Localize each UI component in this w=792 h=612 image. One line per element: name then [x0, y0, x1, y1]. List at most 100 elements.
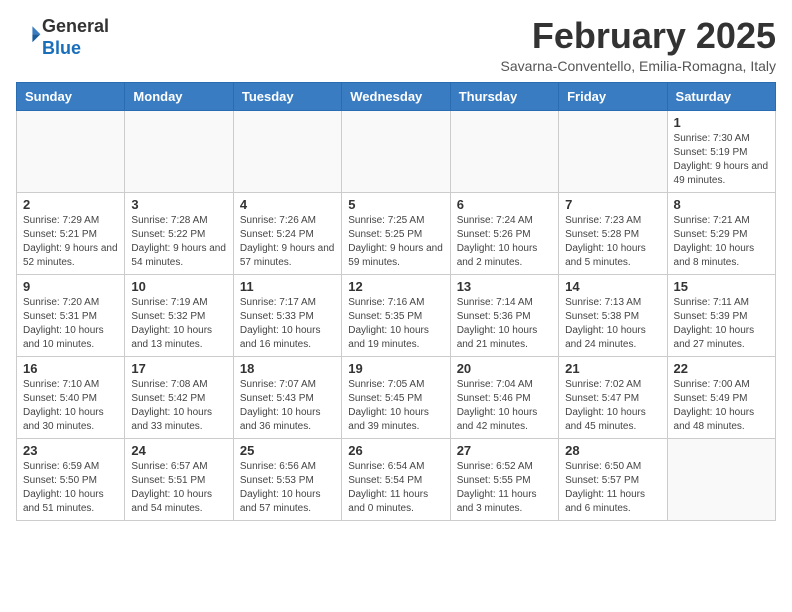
calendar-cell: 25 Sunrise: 6:56 AM Sunset: 5:53 PM Dayli… — [233, 438, 341, 520]
calendar-week-5: 23 Sunrise: 6:59 AM Sunset: 5:50 PM Dayli… — [17, 438, 776, 520]
calendar-cell: 20Sunrise: 7:04 AM Sunset: 5:46 PM Dayli… — [450, 356, 558, 438]
calendar-week-1: 1 Sunrise: 7:30 AM Sunset: 5:19 PM Daylig… — [17, 110, 776, 192]
day-info: Sunrise: 6:59 AM Sunset: 5:50 PM Dayligh… — [23, 460, 118, 516]
day-number: 17 — [131, 361, 226, 376]
weekday-header-tuesday: Tuesday — [233, 82, 341, 110]
day-number: 16 — [23, 361, 118, 376]
calendar-header: SundayMondayTuesdayWednesdayThursdayFrid… — [17, 82, 776, 110]
day-number: 25 — [240, 443, 335, 458]
day-number: 3 — [131, 197, 226, 212]
calendar-cell: 21Sunrise: 7:02 AM Sunset: 5:47 PM Dayli… — [559, 356, 667, 438]
calendar-week-4: 16 Sunrise: 7:10 AM Sunset: 5:40 PM Dayli… — [17, 356, 776, 438]
calendar-cell: 9 Sunrise: 7:20 AM Sunset: 5:31 PM Daylig… — [17, 274, 125, 356]
day-info: Sunrise: 7:16 AM Sunset: 5:35 PM Dayligh… — [348, 296, 443, 352]
calendar-cell: 23 Sunrise: 6:59 AM Sunset: 5:50 PM Dayli… — [17, 438, 125, 520]
day-info: Sunrise: 6:52 AM Sunset: 5:55 PM Dayligh… — [457, 460, 552, 516]
calendar-cell: 1 Sunrise: 7:30 AM Sunset: 5:19 PM Daylig… — [667, 110, 775, 192]
day-info: Sunrise: 7:20 AM Sunset: 5:31 PM Dayligh… — [23, 296, 118, 352]
calendar-cell: 6Sunrise: 7:24 AM Sunset: 5:26 PM Daylig… — [450, 192, 558, 274]
weekday-header-saturday: Saturday — [667, 82, 775, 110]
day-info: Sunrise: 6:56 AM Sunset: 5:53 PM Dayligh… — [240, 460, 335, 516]
logo-general: General — [42, 16, 109, 36]
day-info: Sunrise: 7:14 AM Sunset: 5:36 PM Dayligh… — [457, 296, 552, 352]
calendar-cell: 2 Sunrise: 7:29 AM Sunset: 5:21 PM Daylig… — [17, 192, 125, 274]
day-number: 27 — [457, 443, 552, 458]
calendar-cell: 27 Sunrise: 6:52 AM Sunset: 5:55 PM Dayli… — [450, 438, 558, 520]
day-number: 24 — [131, 443, 226, 458]
calendar-week-3: 9 Sunrise: 7:20 AM Sunset: 5:31 PM Daylig… — [17, 274, 776, 356]
day-number: 26 — [348, 443, 443, 458]
day-info: Sunrise: 7:11 AM Sunset: 5:39 PM Dayligh… — [674, 296, 769, 352]
day-number: 22 — [674, 361, 769, 376]
day-number: 7 — [565, 197, 660, 212]
day-number: 4 — [240, 197, 335, 212]
weekday-header-friday: Friday — [559, 82, 667, 110]
day-number: 14 — [565, 279, 660, 294]
title-area: February 2025 Savarna-Conventello, Emili… — [501, 16, 776, 74]
calendar-cell: 24 Sunrise: 6:57 AM Sunset: 5:51 PM Dayli… — [125, 438, 233, 520]
calendar-cell: 18Sunrise: 7:07 AM Sunset: 5:43 PM Dayli… — [233, 356, 341, 438]
day-info: Sunrise: 7:08 AM Sunset: 5:42 PM Dayligh… — [131, 378, 226, 434]
day-number: 2 — [23, 197, 118, 212]
day-number: 1 — [674, 115, 769, 130]
day-number: 11 — [240, 279, 335, 294]
day-number: 6 — [457, 197, 552, 212]
weekday-header-wednesday: Wednesday — [342, 82, 450, 110]
calendar-cell: 11 Sunrise: 7:17 AM Sunset: 5:33 PM Dayli… — [233, 274, 341, 356]
day-number: 28 — [565, 443, 660, 458]
weekday-row: SundayMondayTuesdayWednesdayThursdayFrid… — [17, 82, 776, 110]
calendar-cell: 22 Sunrise: 7:00 AM Sunset: 5:49 PM Dayli… — [667, 356, 775, 438]
logo-blue: Blue — [42, 38, 81, 58]
day-info: Sunrise: 7:28 AM Sunset: 5:22 PM Dayligh… — [131, 214, 226, 270]
day-number: 13 — [457, 279, 552, 294]
calendar-cell: 3 Sunrise: 7:28 AM Sunset: 5:22 PM Daylig… — [125, 192, 233, 274]
logo-icon — [18, 23, 42, 47]
calendar-cell: 5 Sunrise: 7:25 AM Sunset: 5:25 PM Daylig… — [342, 192, 450, 274]
calendar-cell: 16 Sunrise: 7:10 AM Sunset: 5:40 PM Dayli… — [17, 356, 125, 438]
day-number: 9 — [23, 279, 118, 294]
calendar-cell: 13 Sunrise: 7:14 AM Sunset: 5:36 PM Dayli… — [450, 274, 558, 356]
calendar-cell: 10 Sunrise: 7:19 AM Sunset: 5:32 PM Dayli… — [125, 274, 233, 356]
calendar-table: SundayMondayTuesdayWednesdayThursdayFrid… — [16, 82, 776, 521]
day-number: 19 — [348, 361, 443, 376]
calendar-cell: 19Sunrise: 7:05 AM Sunset: 5:45 PM Dayli… — [342, 356, 450, 438]
day-info: Sunrise: 7:19 AM Sunset: 5:32 PM Dayligh… — [131, 296, 226, 352]
calendar-cell: 17 Sunrise: 7:08 AM Sunset: 5:42 PM Dayli… — [125, 356, 233, 438]
calendar-cell — [667, 438, 775, 520]
logo: General Blue — [16, 16, 109, 59]
day-number: 21 — [565, 361, 660, 376]
weekday-header-thursday: Thursday — [450, 82, 558, 110]
day-number: 18 — [240, 361, 335, 376]
day-number: 15 — [674, 279, 769, 294]
calendar-cell: 14 Sunrise: 7:13 AM Sunset: 5:38 PM Dayli… — [559, 274, 667, 356]
day-info: Sunrise: 7:29 AM Sunset: 5:21 PM Dayligh… — [23, 214, 118, 270]
calendar-cell: 7 Sunrise: 7:23 AM Sunset: 5:28 PM Daylig… — [559, 192, 667, 274]
calendar-cell: 26Sunrise: 6:54 AM Sunset: 5:54 PM Dayli… — [342, 438, 450, 520]
calendar-cell — [125, 110, 233, 192]
calendar-cell: 28Sunrise: 6:50 AM Sunset: 5:57 PM Dayli… — [559, 438, 667, 520]
day-info: Sunrise: 7:13 AM Sunset: 5:38 PM Dayligh… — [565, 296, 660, 352]
calendar-cell — [17, 110, 125, 192]
day-info: Sunrise: 7:30 AM Sunset: 5:19 PM Dayligh… — [674, 132, 769, 188]
calendar-title: February 2025 — [501, 16, 776, 56]
day-info: Sunrise: 7:23 AM Sunset: 5:28 PM Dayligh… — [565, 214, 660, 270]
calendar-body: 1 Sunrise: 7:30 AM Sunset: 5:19 PM Daylig… — [17, 110, 776, 520]
day-number: 5 — [348, 197, 443, 212]
day-number: 10 — [131, 279, 226, 294]
day-info: Sunrise: 7:04 AM Sunset: 5:46 PM Dayligh… — [457, 378, 552, 434]
day-number: 8 — [674, 197, 769, 212]
day-info: Sunrise: 7:10 AM Sunset: 5:40 PM Dayligh… — [23, 378, 118, 434]
calendar-week-2: 2 Sunrise: 7:29 AM Sunset: 5:21 PM Daylig… — [17, 192, 776, 274]
weekday-header-sunday: Sunday — [17, 82, 125, 110]
day-info: Sunrise: 7:00 AM Sunset: 5:49 PM Dayligh… — [674, 378, 769, 434]
day-info: Sunrise: 7:25 AM Sunset: 5:25 PM Dayligh… — [348, 214, 443, 270]
day-number: 23 — [23, 443, 118, 458]
calendar-cell: 15 Sunrise: 7:11 AM Sunset: 5:39 PM Dayli… — [667, 274, 775, 356]
calendar-cell — [233, 110, 341, 192]
logo-text: General Blue — [42, 16, 109, 59]
calendar-cell — [342, 110, 450, 192]
calendar-cell — [559, 110, 667, 192]
day-info: Sunrise: 7:17 AM Sunset: 5:33 PM Dayligh… — [240, 296, 335, 352]
day-info: Sunrise: 6:57 AM Sunset: 5:51 PM Dayligh… — [131, 460, 226, 516]
calendar-cell: 8Sunrise: 7:21 AM Sunset: 5:29 PM Daylig… — [667, 192, 775, 274]
